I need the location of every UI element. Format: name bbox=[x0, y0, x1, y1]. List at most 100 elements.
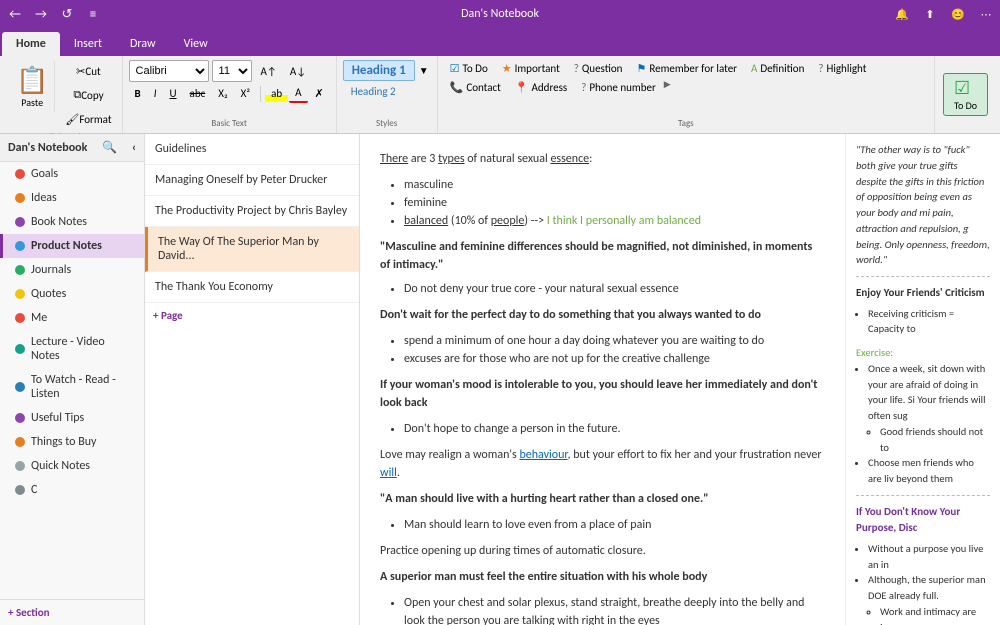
behaviour-text: Love may realign a woman's behaviour, bu… bbox=[380, 446, 825, 482]
sidebar-item-booknotes[interactable]: Book Notes bbox=[0, 210, 144, 234]
window-left-controls[interactable]: ← → ↺ ≡ bbox=[4, 3, 104, 25]
heading1-button[interactable]: Heading 1 bbox=[343, 60, 415, 81]
list-item: Although, the superior man DOE already f… bbox=[868, 572, 990, 604]
productnotes-dot bbox=[15, 241, 25, 251]
tab-home[interactable]: Home bbox=[2, 32, 60, 56]
menu-icon[interactable]: ≡ bbox=[82, 3, 104, 25]
underline-button[interactable]: U bbox=[163, 85, 182, 102]
goals-dot bbox=[15, 169, 25, 179]
todo-area: ☑ To Do bbox=[935, 56, 996, 133]
tags-expand-icon[interactable]: ▶ bbox=[664, 79, 671, 90]
clear-format-button[interactable]: ✗ bbox=[309, 85, 330, 102]
me-dot bbox=[15, 313, 25, 323]
font-size-select[interactable]: 11 bbox=[212, 60, 252, 82]
font-color-button[interactable]: A bbox=[289, 84, 307, 103]
quicknotes-dot bbox=[15, 461, 25, 471]
booknotes-dot bbox=[15, 217, 25, 227]
sidebar-item-journals[interactable]: Journals bbox=[0, 258, 144, 282]
window-controls[interactable]: 🔔 ⬆ 😊 ⋯ bbox=[888, 0, 1000, 28]
strikethrough-button[interactable]: abc bbox=[184, 85, 212, 102]
styles-expand-icon[interactable]: ▼ bbox=[417, 62, 431, 79]
italic-button[interactable]: I bbox=[148, 85, 163, 102]
sidebar-item-quotes[interactable]: Quotes bbox=[0, 282, 144, 306]
decrease-font[interactable]: A↓ bbox=[284, 63, 312, 80]
highlight-button[interactable]: ab bbox=[265, 85, 288, 102]
subscript-button[interactable]: X₂ bbox=[212, 85, 233, 102]
tab-insert[interactable]: Insert bbox=[60, 32, 116, 56]
copy-button[interactable]: ⧉ Copy bbox=[61, 84, 115, 106]
tag-important[interactable]: ★ Important bbox=[496, 60, 566, 77]
refresh-icon[interactable]: ↺ bbox=[56, 3, 78, 25]
tag-highlight[interactable]: ? Highlight bbox=[812, 60, 872, 77]
note-peter-drucker[interactable]: Managing Oneself by Peter Drucker bbox=[145, 165, 359, 196]
thingstobuy-dot bbox=[15, 437, 25, 447]
content-area[interactable]: There are 3 types of natural sexual esse… bbox=[360, 134, 845, 625]
smiley-icon[interactable]: 😊 bbox=[944, 0, 972, 28]
heading-mood: If your woman's mood is intolerable to y… bbox=[380, 376, 825, 412]
tag-question[interactable]: ? Question bbox=[568, 60, 629, 77]
more-icon[interactable]: ⋯ bbox=[972, 0, 1000, 28]
bell-icon[interactable]: 🔔 bbox=[888, 0, 916, 28]
rp-exercise-label: Exercise: bbox=[856, 345, 990, 361]
cut-button[interactable]: ✂ Cut bbox=[61, 60, 115, 82]
heading-wait: Don't wait for the perfect day to do som… bbox=[380, 306, 825, 324]
tag-definition[interactable]: A Definition bbox=[745, 60, 810, 77]
sidebar-item-usefultips[interactable]: Useful Tips bbox=[0, 406, 144, 430]
sidebar-item-productnotes[interactable]: Product Notes bbox=[0, 234, 144, 258]
tab-view[interactable]: View bbox=[170, 32, 222, 56]
sidebar-item-ideas[interactable]: Ideas bbox=[0, 186, 144, 210]
sidebar-item-quicknotes[interactable]: Quick Notes bbox=[0, 454, 144, 478]
styles-label: Styles bbox=[376, 116, 397, 129]
rp-heading2: If You Don't Know Your Purpose, Disc bbox=[856, 504, 990, 537]
note-productivity-project[interactable]: The Productivity Project by Chris Bayley bbox=[145, 196, 359, 227]
sidebar-item-towatch[interactable]: To Watch - Read - Listen bbox=[0, 368, 144, 406]
list-item: Good friends should not to bbox=[880, 424, 990, 456]
tag-address[interactable]: 📍 Address bbox=[509, 79, 573, 96]
tag-phone[interactable]: ? Phone number bbox=[575, 79, 662, 96]
tag-contact[interactable]: 📞 Contact bbox=[444, 79, 507, 96]
back-icon[interactable]: ← bbox=[4, 3, 26, 25]
separator1 bbox=[260, 86, 261, 102]
note-thank-you[interactable]: The Thank You Economy bbox=[145, 272, 359, 303]
c-dot bbox=[15, 485, 25, 495]
tag-remember[interactable]: ⚑ Remember for later bbox=[630, 60, 743, 77]
font-row2: B I U abc X₂ X² ab A ✗ bbox=[129, 84, 330, 103]
heading2-button[interactable]: Heading 2 bbox=[343, 83, 404, 100]
title-bar: ← → ↺ ≡ Dan's Notebook 🔔 ⬆ 😊 ⋯ bbox=[0, 0, 1000, 28]
tab-draw[interactable]: Draw bbox=[116, 32, 170, 56]
forward-icon[interactable]: → bbox=[30, 3, 52, 25]
add-section-button[interactable]: + Section bbox=[8, 606, 50, 619]
bold-button[interactable]: B bbox=[129, 85, 147, 102]
increase-font[interactable]: A↑ bbox=[255, 63, 283, 80]
list-item: Work and intimacy are jus bbox=[880, 604, 990, 625]
sidebar-item-lecture[interactable]: Lecture - Video Notes bbox=[0, 330, 144, 368]
sidebar-item-goals[interactable]: Goals bbox=[0, 162, 144, 186]
tag-todo[interactable]: ☑ To Do bbox=[444, 60, 494, 77]
towatch-dot bbox=[15, 382, 25, 392]
add-page-button[interactable]: + Page bbox=[153, 309, 183, 322]
list-item: Choose men friends who are liv beyond th… bbox=[868, 455, 990, 487]
list-item: Without a purpose you live an in bbox=[868, 541, 990, 573]
format-button[interactable]: 🖌 Format bbox=[61, 108, 115, 130]
superscript-button[interactable]: X² bbox=[235, 85, 256, 102]
tags-group: ☑ To Do ★ Important ? Question ⚑ Remembe… bbox=[438, 56, 935, 133]
font-family-select[interactable]: Calibri bbox=[129, 60, 209, 82]
sidebar-collapse-icon[interactable]: ‹ bbox=[132, 141, 136, 155]
note-guidelines[interactable]: Guidelines bbox=[145, 134, 359, 165]
note-superior-man[interactable]: The Way Of The Superior Man by David... bbox=[145, 227, 359, 272]
sidebar-item-c[interactable]: C bbox=[0, 478, 144, 502]
font-label: Basic Text bbox=[211, 116, 247, 129]
sidebar-item-me[interactable]: Me bbox=[0, 306, 144, 330]
clipboard-content: 📋 Paste ✂ Cut ⧉ Copy 🖌 Format bbox=[10, 60, 116, 130]
share-icon[interactable]: ⬆ bbox=[916, 0, 944, 28]
sidebar-search-icon[interactable]: 🔍 bbox=[102, 140, 117, 155]
rp-divider1 bbox=[856, 276, 990, 277]
todo-button[interactable]: ☑ To Do bbox=[943, 73, 988, 116]
lecture-dot bbox=[15, 344, 25, 354]
heading-superior: A superior man must feel the entire situ… bbox=[380, 568, 825, 586]
rp-section1: Enjoy Your Friends' Criticism Receiving … bbox=[856, 285, 990, 337]
ribbon: 📋 Paste ✂ Cut ⧉ Copy 🖌 Format Clipboard bbox=[0, 56, 1000, 134]
paste-button[interactable]: 📋 Paste bbox=[10, 60, 55, 113]
list-item: Open your chest and solar plexus, stand … bbox=[404, 594, 825, 625]
sidebar-item-thingstobuy[interactable]: Things to Buy bbox=[0, 430, 144, 454]
